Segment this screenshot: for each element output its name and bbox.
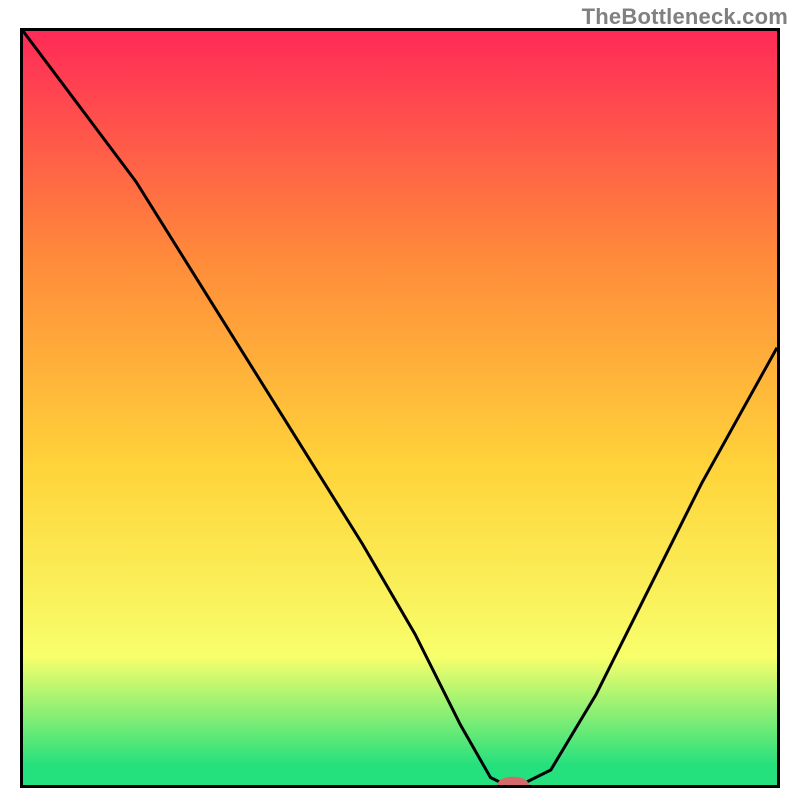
chart-frame (20, 28, 780, 788)
plot-area (23, 31, 777, 785)
chart-svg (23, 31, 777, 785)
watermark-text: TheBottleneck.com (582, 4, 788, 30)
gradient-background (23, 31, 777, 785)
